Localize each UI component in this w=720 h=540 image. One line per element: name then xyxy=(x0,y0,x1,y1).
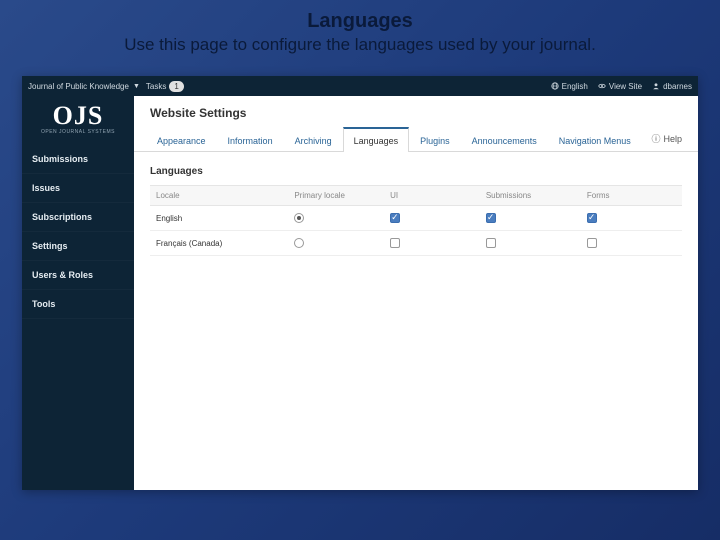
tab-plugins[interactable]: Plugins xyxy=(409,128,461,152)
forms-checkbox[interactable] xyxy=(581,206,682,231)
submissions-checkbox[interactable] xyxy=(480,206,581,231)
tasks-badge: 1 xyxy=(169,81,183,92)
submissions-checkbox[interactable] xyxy=(480,231,581,256)
logo[interactable]: OJS OPEN JOURNAL SYSTEMS xyxy=(22,100,134,145)
sidebar-item-users-roles[interactable]: Users & Roles xyxy=(22,261,134,290)
sidebar-item-settings[interactable]: Settings xyxy=(22,232,134,261)
logo-text: OJS xyxy=(30,104,126,127)
globe-icon xyxy=(551,82,559,90)
col-primary: Primary locale xyxy=(288,186,384,206)
radio-icon xyxy=(294,213,304,223)
tab-appearance[interactable]: Appearance xyxy=(146,128,217,152)
tab-languages[interactable]: Languages xyxy=(343,127,410,152)
tabs: Appearance Information Archiving Languag… xyxy=(134,126,698,152)
user-menu[interactable]: dbarnes xyxy=(652,82,692,91)
tab-information[interactable]: Information xyxy=(217,128,284,152)
table-row: Français (Canada) xyxy=(150,231,682,256)
eye-icon xyxy=(598,82,606,90)
locale-cell: Français (Canada) xyxy=(150,231,288,256)
col-ui: UI xyxy=(384,186,480,206)
slide-heading: Languages Use this page to configure the… xyxy=(0,0,720,63)
tab-announcements[interactable]: Announcements xyxy=(461,128,548,152)
primary-radio[interactable] xyxy=(288,231,384,256)
checkbox-icon xyxy=(587,213,597,223)
view-site-link[interactable]: View Site xyxy=(598,82,642,91)
locale-cell: English xyxy=(150,206,288,231)
checkbox-icon xyxy=(587,238,597,248)
tab-archiving[interactable]: Archiving xyxy=(284,128,343,152)
language-label: English xyxy=(562,82,588,91)
page-title: Website Settings xyxy=(134,96,698,126)
table-row: English xyxy=(150,206,682,231)
ui-checkbox[interactable] xyxy=(384,231,480,256)
radio-icon xyxy=(294,238,304,248)
panel-title: Languages xyxy=(150,166,682,177)
checkbox-icon xyxy=(390,213,400,223)
journal-label: Journal of Public Knowledge xyxy=(28,82,129,91)
sidebar-item-subscriptions[interactable]: Subscriptions xyxy=(22,203,134,232)
checkbox-icon xyxy=(390,238,400,248)
view-site-label: View Site xyxy=(609,82,642,91)
user-label: dbarnes xyxy=(663,82,692,91)
help-icon: ⓘ xyxy=(651,132,660,145)
sidebar-item-submissions[interactable]: Submissions xyxy=(22,145,134,174)
tasks-button[interactable]: Tasks 1 xyxy=(146,81,184,92)
slide-subtitle: Use this page to configure the languages… xyxy=(40,35,680,55)
topbar: Journal of Public Knowledge ▼ Tasks 1 En… xyxy=(22,76,698,96)
help-label: Help xyxy=(663,134,682,144)
sidebar-item-tools[interactable]: Tools xyxy=(22,290,134,319)
ui-checkbox[interactable] xyxy=(384,206,480,231)
checkbox-icon xyxy=(486,213,496,223)
content-area: Website Settings Appearance Information … xyxy=(134,96,698,490)
help-link[interactable]: ⓘ Help xyxy=(647,126,686,151)
checkbox-icon xyxy=(486,238,496,248)
tab-navigation-menus[interactable]: Navigation Menus xyxy=(548,128,642,152)
logo-subtext: OPEN JOURNAL SYSTEMS xyxy=(30,129,126,135)
user-icon xyxy=(652,82,660,90)
slide-title: Languages xyxy=(40,10,680,33)
app-window: Journal of Public Knowledge ▼ Tasks 1 En… xyxy=(22,76,698,490)
languages-table: Locale Primary locale UI Submissions For… xyxy=(150,185,682,256)
col-locale: Locale xyxy=(150,186,288,206)
tasks-label: Tasks xyxy=(146,82,166,91)
forms-checkbox[interactable] xyxy=(581,231,682,256)
journal-selector[interactable]: Journal of Public Knowledge ▼ xyxy=(28,82,140,91)
sidebar: OJS OPEN JOURNAL SYSTEMS Submissions Iss… xyxy=(22,96,134,490)
table-header-row: Locale Primary locale UI Submissions For… xyxy=(150,186,682,206)
languages-panel: Languages Locale Primary locale UI Submi… xyxy=(134,152,698,270)
primary-radio[interactable] xyxy=(288,206,384,231)
caret-down-icon: ▼ xyxy=(133,83,140,90)
col-forms: Forms xyxy=(581,186,682,206)
language-switcher[interactable]: English xyxy=(551,82,588,91)
sidebar-item-issues[interactable]: Issues xyxy=(22,174,134,203)
col-submissions: Submissions xyxy=(480,186,581,206)
